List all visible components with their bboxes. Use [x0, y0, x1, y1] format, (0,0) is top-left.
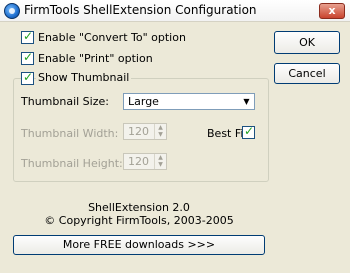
print-checkbox[interactable]: [21, 50, 34, 65]
show-thumbnail-label[interactable]: Show Thumbnail: [36, 71, 132, 84]
more-downloads-button[interactable]: More FREE downloads >>>: [13, 235, 265, 255]
thumbnail-height-spinner[interactable]: 120 ▲ ▼: [123, 153, 167, 170]
window-title: FirmTools ShellExtension Configuration: [24, 3, 257, 17]
thumbnail-width-value: 120: [128, 125, 149, 138]
thumbnail-size-dropdown[interactable]: Large ▼: [123, 93, 255, 110]
app-icon: [4, 3, 20, 19]
thumbnail-width-label: Thumbnail Width:: [21, 127, 119, 140]
spinner-arrows-icon[interactable]: ▲ ▼: [154, 154, 166, 169]
convert-to-checkbox[interactable]: [21, 29, 34, 44]
spinner-arrows-icon[interactable]: ▲ ▼: [154, 124, 166, 139]
close-button[interactable]: x: [319, 3, 345, 19]
thumbnail-size-label: Thumbnail Size:: [21, 95, 109, 108]
thumbnail-height-value: 120: [128, 155, 149, 168]
show-thumbnail-checkbox[interactable]: [21, 70, 34, 85]
chevron-down-icon[interactable]: ▼: [241, 96, 252, 107]
copyright-text: © Copyright FirmTools, 2003-2005: [44, 214, 234, 227]
thumbnail-size-value: Large: [128, 95, 159, 108]
print-label[interactable]: Enable "Print" option: [38, 52, 153, 65]
config-dialog: FirmTools ShellExtension Configuration x…: [0, 0, 350, 273]
convert-to-label[interactable]: Enable "Convert To" option: [38, 31, 186, 44]
thumbnail-width-spinner[interactable]: 120 ▲ ▼: [123, 123, 167, 140]
version-text: ShellExtension 2.0: [88, 201, 190, 214]
cancel-button[interactable]: Cancel: [274, 63, 340, 84]
ok-button[interactable]: OK: [274, 31, 340, 54]
thumbnail-height-label: Thumbnail Height:: [21, 157, 123, 170]
title-bar: FirmTools ShellExtension Configuration x: [0, 0, 350, 22]
best-fit-checkbox[interactable]: [242, 124, 255, 139]
